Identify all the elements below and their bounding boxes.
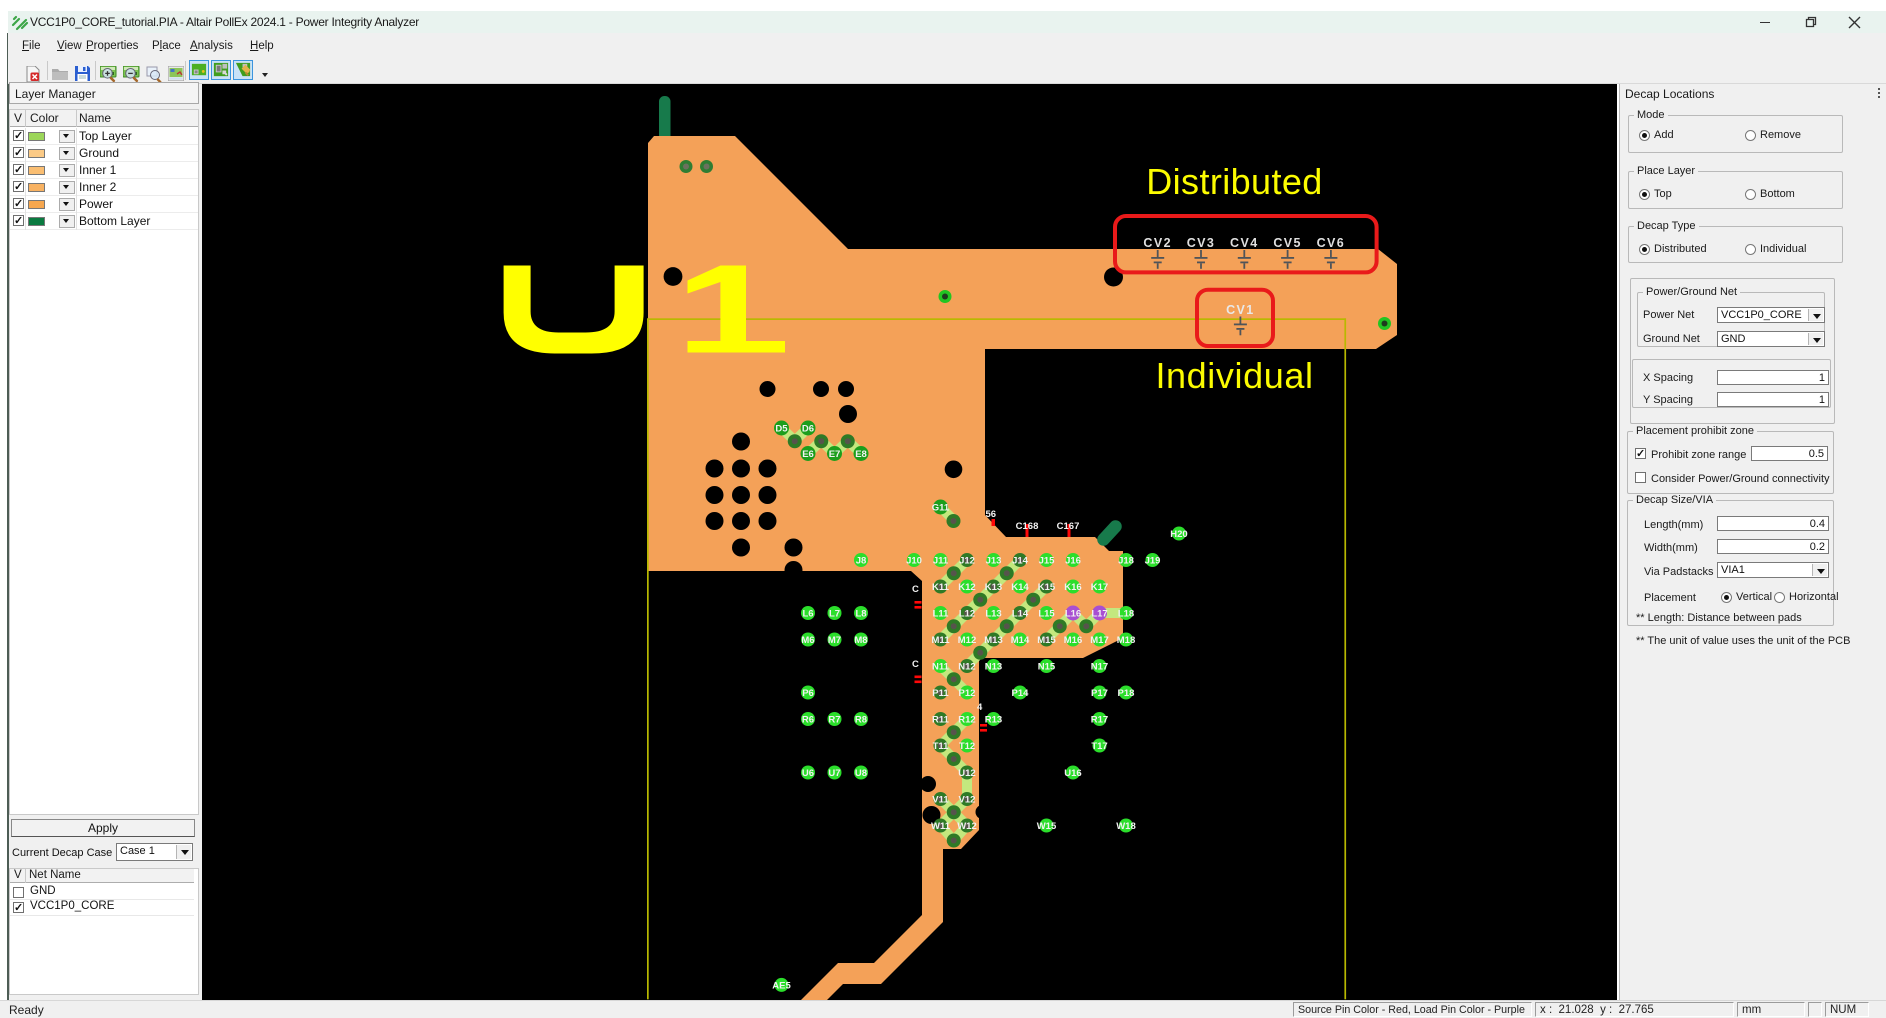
svg-text:W18: W18	[1116, 821, 1136, 832]
svg-text:P12: P12	[959, 688, 976, 699]
svg-text:Individual: Individual	[1155, 355, 1313, 396]
svg-text:K11: K11	[932, 582, 950, 593]
svg-text:M8: M8	[854, 635, 867, 646]
svg-text:W12: W12	[957, 821, 977, 832]
svg-text:U7: U7	[828, 768, 840, 779]
svg-text:R11: R11	[932, 715, 950, 726]
svg-text:M6: M6	[801, 635, 814, 646]
svg-text:R17: R17	[1091, 715, 1108, 726]
svg-text:J12: J12	[959, 556, 975, 567]
svg-text:V12: V12	[959, 795, 976, 806]
svg-text:C168: C168	[1016, 521, 1039, 532]
svg-text:M17: M17	[1090, 635, 1108, 646]
svg-text:CV3: CV3	[1187, 236, 1216, 250]
svg-text:N13: N13	[985, 662, 1002, 673]
svg-text:D6: D6	[802, 424, 814, 435]
svg-text:J15: J15	[1039, 556, 1056, 567]
svg-text:E7: E7	[829, 449, 841, 460]
svg-text:R13: R13	[985, 715, 1002, 726]
svg-text:R8: R8	[855, 715, 867, 726]
svg-text:4: 4	[977, 702, 983, 713]
svg-text:W11: W11	[931, 821, 951, 832]
svg-text:R7: R7	[828, 715, 840, 726]
svg-text:J14: J14	[1012, 556, 1029, 567]
svg-text:L14: L14	[1012, 609, 1029, 620]
svg-text:K15: K15	[1038, 582, 1056, 593]
svg-text:CV4: CV4	[1230, 236, 1259, 250]
svg-text:D5: D5	[775, 424, 788, 435]
svg-text:L15: L15	[1038, 609, 1055, 620]
svg-text:J10: J10	[906, 556, 922, 567]
svg-text:CV2: CV2	[1143, 236, 1172, 250]
svg-text:J13: J13	[986, 556, 1002, 567]
svg-text:J18: J18	[1118, 556, 1134, 567]
svg-text:U16: U16	[1064, 768, 1081, 779]
svg-text:M11: M11	[932, 635, 951, 646]
svg-text:M12: M12	[958, 635, 976, 646]
svg-text:K12: K12	[958, 582, 975, 593]
svg-text:T17: T17	[1091, 741, 1107, 752]
svg-text:L11: L11	[933, 609, 950, 620]
svg-text:W15: W15	[1037, 821, 1057, 832]
svg-text:U6: U6	[802, 768, 814, 779]
svg-text:M18: M18	[1117, 635, 1135, 646]
svg-text:R6: R6	[802, 715, 814, 726]
svg-text:L18: L18	[1118, 609, 1134, 620]
svg-text:P11: P11	[932, 688, 949, 699]
svg-text:CV1: CV1	[1226, 303, 1255, 317]
svg-text:J16: J16	[1065, 556, 1081, 567]
svg-text:T11: T11	[933, 741, 950, 752]
svg-text:M7: M7	[828, 635, 841, 646]
svg-text:J11: J11	[933, 556, 949, 567]
svg-text:CV6: CV6	[1317, 236, 1346, 250]
svg-text:P14: P14	[1012, 688, 1030, 699]
svg-text:K13: K13	[985, 582, 1002, 593]
svg-text:M13: M13	[984, 635, 1002, 646]
svg-text:E6: E6	[802, 449, 814, 460]
svg-text:CV5: CV5	[1273, 236, 1302, 250]
svg-text:P17: P17	[1091, 688, 1108, 699]
svg-text:AE5: AE5	[772, 980, 791, 991]
svg-text:56: 56	[986, 509, 997, 520]
svg-text:E8: E8	[855, 449, 867, 460]
svg-text:J19: J19	[1145, 556, 1161, 567]
svg-text:L7: L7	[829, 609, 840, 620]
svg-text:C: C	[912, 584, 919, 595]
svg-text:N12: N12	[958, 662, 975, 673]
svg-text:U8: U8	[855, 768, 867, 779]
svg-text:M16: M16	[1064, 635, 1082, 646]
svg-text:L12: L12	[959, 609, 975, 620]
svg-text:C167: C167	[1057, 521, 1080, 532]
svg-text:L17: L17	[1091, 609, 1107, 620]
svg-text:Distributed: Distributed	[1146, 161, 1322, 202]
svg-text:K17: K17	[1091, 582, 1108, 593]
svg-text:V11: V11	[932, 795, 949, 806]
svg-text:T12: T12	[959, 741, 975, 752]
svg-text:M15: M15	[1037, 635, 1056, 646]
svg-text:P18: P18	[1118, 688, 1135, 699]
svg-text:G11: G11	[932, 503, 950, 514]
svg-text:P6: P6	[802, 688, 814, 699]
svg-text:U12: U12	[958, 768, 975, 779]
svg-text:K14: K14	[1011, 582, 1029, 593]
svg-text:L6: L6	[802, 609, 813, 620]
svg-text:J8: J8	[856, 556, 867, 567]
svg-text:N17: N17	[1091, 662, 1108, 673]
svg-text:M14: M14	[1011, 635, 1030, 646]
svg-text:N11: N11	[932, 662, 950, 673]
svg-text:L16: L16	[1065, 609, 1081, 620]
svg-text:L13: L13	[985, 609, 1001, 620]
svg-text:R12: R12	[958, 715, 975, 726]
svg-text:K16: K16	[1064, 582, 1081, 593]
svg-text:N15: N15	[1038, 662, 1056, 673]
svg-text:H20: H20	[1170, 529, 1187, 540]
svg-text:L8: L8	[855, 609, 866, 620]
svg-text:C: C	[912, 659, 919, 670]
